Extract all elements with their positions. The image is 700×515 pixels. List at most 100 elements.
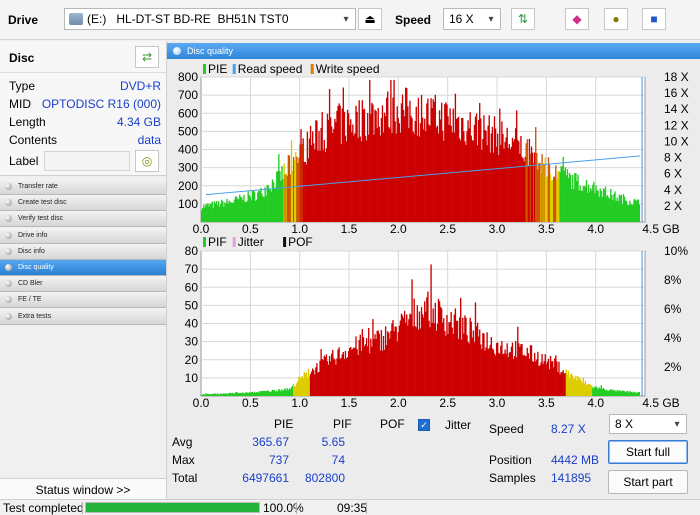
refresh-icon: ⇄ [141,50,153,64]
drive-select[interactable]: (E:) HL-DT-ST BD-RE BH51N TST0 ▾ [64,8,356,30]
start-part-button[interactable]: Start part [608,470,688,494]
avg-label: Avg [172,435,193,449]
disc-label-button[interactable]: ◎ [135,150,159,172]
jitter-checkbox[interactable]: ✓ [418,419,430,431]
position-value: 4442 MB [551,453,600,467]
sidebar-item[interactable]: Transfer rate [0,179,166,195]
y2-tick-label: 4% [664,331,682,345]
sidebar-item[interactable]: Disc quality [0,259,166,276]
divider [82,502,83,514]
x-tick-label: 4.0 [587,222,604,236]
legend-label: PIE [208,62,227,76]
save-icon: ■ [650,12,658,26]
eraser-icon: ◆ [572,12,582,26]
y2-tick-label: 8% [664,273,682,287]
eject-button[interactable]: ⏏ [358,8,382,30]
y2-tick-label: 16 X [664,86,689,100]
y2-tick-label: 18 X [664,70,689,84]
legend-label: POF [288,235,313,249]
y-tick-label: 50 [185,298,199,312]
disc-length-key: Length [9,115,46,129]
test-speed-select[interactable]: 8 X ▾ [609,414,687,434]
eject-icon: ⏏ [364,12,376,26]
data-bar [638,392,641,396]
x-tick-label: 3.5 [538,396,555,410]
disc-mid-key: MID [9,97,31,111]
disc-mid-value: OPTODISC R16 (000) [41,97,161,111]
x-tick-label: 4.0 [587,396,604,410]
y-tick-label: 100 [178,197,198,211]
total-pie-value: 6497661 [242,471,289,485]
x-tick-label: 4.5 GB [642,222,679,236]
y-tick-label: 600 [178,106,198,120]
x-tick-label: 1.0 [291,396,308,410]
x-tick-label: 3.5 [538,222,555,236]
x-tick-label: 0.5 [242,396,259,410]
label-icon: ◎ [141,154,153,168]
disc-panel: Disc ⇄ Type DVD+R MID OPTODISC R16 (000)… [0,41,166,176]
erase-button[interactable]: ◆ [565,8,589,30]
speed-label: Speed [395,13,432,27]
col-jitter-header: Jitter [445,418,472,432]
status-bar: Test completed 100.0% 09:35 [0,499,700,515]
y-tick-label: 40 [185,317,199,331]
x-tick-label: 0.5 [242,222,259,236]
legend-label: Read speed [238,62,303,76]
drive-label: Drive [8,13,39,27]
disc-quality-charts: 100 200 300 400 500 600 700 800 2 X 4 X 6 X 8 X 10 X… [178,62,689,410]
x-tick-label: 2.5 [439,222,456,236]
sidebar-item[interactable]: FE / TE [0,292,166,309]
speed-select[interactable]: 16 X ▾ [443,8,501,30]
disc-contents-key: Contents [9,133,58,147]
refresh-speed-button[interactable]: ⇅ [511,8,535,30]
samples-value: 141895 [551,471,592,485]
nav-list: Transfer rate Create test disc Verify test… [0,179,166,325]
sidebar-item[interactable]: Disc info [0,243,166,260]
y-tick-label: 500 [178,124,198,138]
x-tick-label: 2.0 [390,396,407,410]
divider [296,502,297,514]
col-pif-header: PIF [333,417,352,431]
total-pif-value: 802800 [304,471,345,485]
samples-label: Samples [489,471,536,485]
y-tick-label: 80 [185,244,199,258]
sidebar-item[interactable]: CD Bler [0,276,166,293]
legend-swatch [203,237,206,247]
toolbar: Drive (E:) HL-DT-ST BD-RE BH51N TST0 ▾ ⏏… [0,0,700,40]
copy-button[interactable]: ● [604,8,628,30]
chevron-down-icon: ▾ [343,13,349,25]
save-button[interactable]: ■ [642,8,666,30]
start-full-button[interactable]: Start full [608,440,688,464]
status-window-button[interactable]: Status window >> [0,478,166,500]
disc-contents-value: data [137,133,161,147]
y2-tick-label: 10 X [664,134,689,148]
disc-label-key: Label [9,154,39,168]
disc-copy-icon: ● [612,12,620,26]
x-tick-label: 4.5 GB [642,396,679,410]
sidebar-item[interactable]: Extra tests [0,308,166,325]
progress-percent: 100.0% [263,501,304,515]
test-speed-value: 8 X [615,417,634,431]
sidebar-item[interactable]: Verify test disc [0,211,166,228]
refresh-icon: ⇅ [517,12,529,26]
disc-type-value: DVD+R [119,79,161,93]
y-tick-label: 20 [185,353,199,367]
y-tick-label: 70 [185,262,199,276]
disc-label-input[interactable] [44,151,130,171]
disc-title: Disc [9,51,35,65]
disc-refresh-button[interactable]: ⇄ [135,46,159,68]
y2-tick-label: 6 X [664,167,682,181]
drive-icon [69,13,83,25]
x-tick-label: 1.5 [341,222,358,236]
progress-bar [85,502,260,513]
max-pif-value: 74 [331,453,345,467]
x-tick-label: 3.0 [489,396,506,410]
y-tick-label: 30 [185,335,199,349]
legend-swatch [232,237,236,247]
y2-tick-label: 2 X [664,199,682,213]
y-tick-label: 300 [178,161,198,175]
y2-tick-label: 4 X [664,183,682,197]
x-tick-label: 1.5 [341,396,358,410]
sidebar-item[interactable]: Drive info [0,227,166,244]
sidebar-item[interactable]: Create test disc [0,195,166,212]
